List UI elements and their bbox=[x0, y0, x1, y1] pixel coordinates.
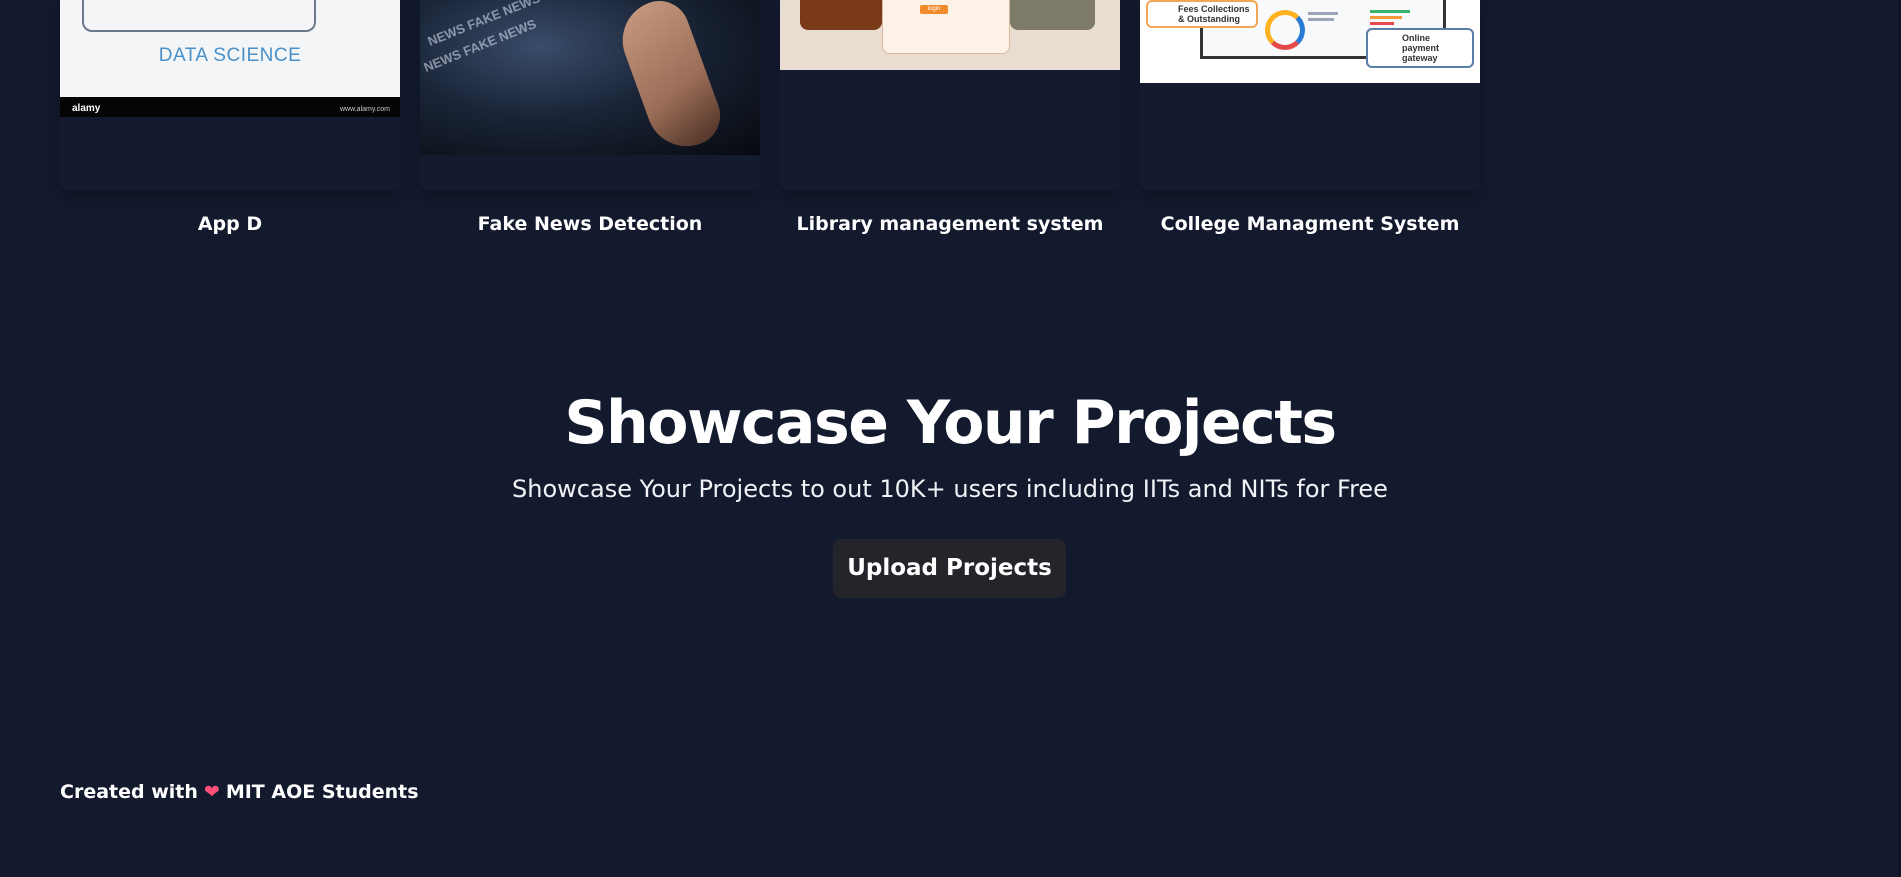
upload-projects-button[interactable]: Upload Projects bbox=[833, 539, 1066, 598]
chalkboard-illustration bbox=[82, 0, 316, 32]
payment-badge-label: Online payment gateway bbox=[1402, 33, 1440, 63]
heart-icon: ❤ bbox=[203, 781, 220, 803]
project-card-college[interactable]: Fees Collections & Outstanding Online pa… bbox=[1140, 0, 1480, 190]
bookshelf-photo bbox=[1010, 0, 1095, 30]
project-thumbnail[interactable]: Fees Collections & Outstanding Online pa… bbox=[1140, 0, 1480, 83]
showcase-heading: Showcase Your Projects bbox=[564, 388, 1337, 458]
project-thumbnail[interactable]: login bbox=[780, 0, 1120, 70]
payment-badge: Online payment gateway bbox=[1366, 28, 1474, 68]
page: DATA SCIENCE alamy www.alamy.com App D N… bbox=[0, 0, 1901, 877]
login-form-illustration: login bbox=[882, 0, 1010, 54]
showcase-subtitle: Showcase Your Projects to out 10K+ users… bbox=[512, 475, 1388, 503]
watermark-logo: alamy bbox=[72, 103, 101, 114]
thumbnail-caption: DATA SCIENCE bbox=[158, 45, 302, 66]
project-title[interactable]: College Managment System bbox=[1140, 213, 1480, 235]
project-card-fake-news[interactable]: NEWS FAKE NEWS NEWS FAKE NEWS bbox=[420, 0, 760, 190]
project-title[interactable]: Library management system bbox=[780, 213, 1120, 235]
project-card-app-d[interactable]: DATA SCIENCE alamy www.alamy.com bbox=[60, 0, 400, 190]
project-card-library[interactable]: login bbox=[780, 0, 1120, 190]
footer-prefix: Created with bbox=[60, 781, 198, 803]
project-thumbnail[interactable]: NEWS FAKE NEWS NEWS FAKE NEWS bbox=[420, 0, 760, 155]
project-title[interactable]: Fake News Detection bbox=[420, 213, 760, 235]
footer-credit: Created with ❤ MIT AOE Students bbox=[60, 781, 419, 803]
watermark-bar: alamy www.alamy.com bbox=[60, 97, 400, 117]
fees-badge-label: Fees Collections & Outstanding bbox=[1178, 4, 1250, 24]
login-button-illustration: login bbox=[920, 5, 948, 14]
footer-suffix: MIT AOE Students bbox=[225, 781, 419, 803]
fees-badge: Fees Collections & Outstanding bbox=[1146, 0, 1258, 28]
donut-chart-icon bbox=[1265, 10, 1305, 50]
project-title[interactable]: App D bbox=[60, 213, 400, 235]
watermark-url: www.alamy.com bbox=[339, 106, 390, 113]
project-thumbnail[interactable]: DATA SCIENCE alamy www.alamy.com bbox=[60, 0, 400, 117]
finger-illustration bbox=[611, 0, 729, 155]
bookshelf-photo bbox=[800, 0, 882, 30]
